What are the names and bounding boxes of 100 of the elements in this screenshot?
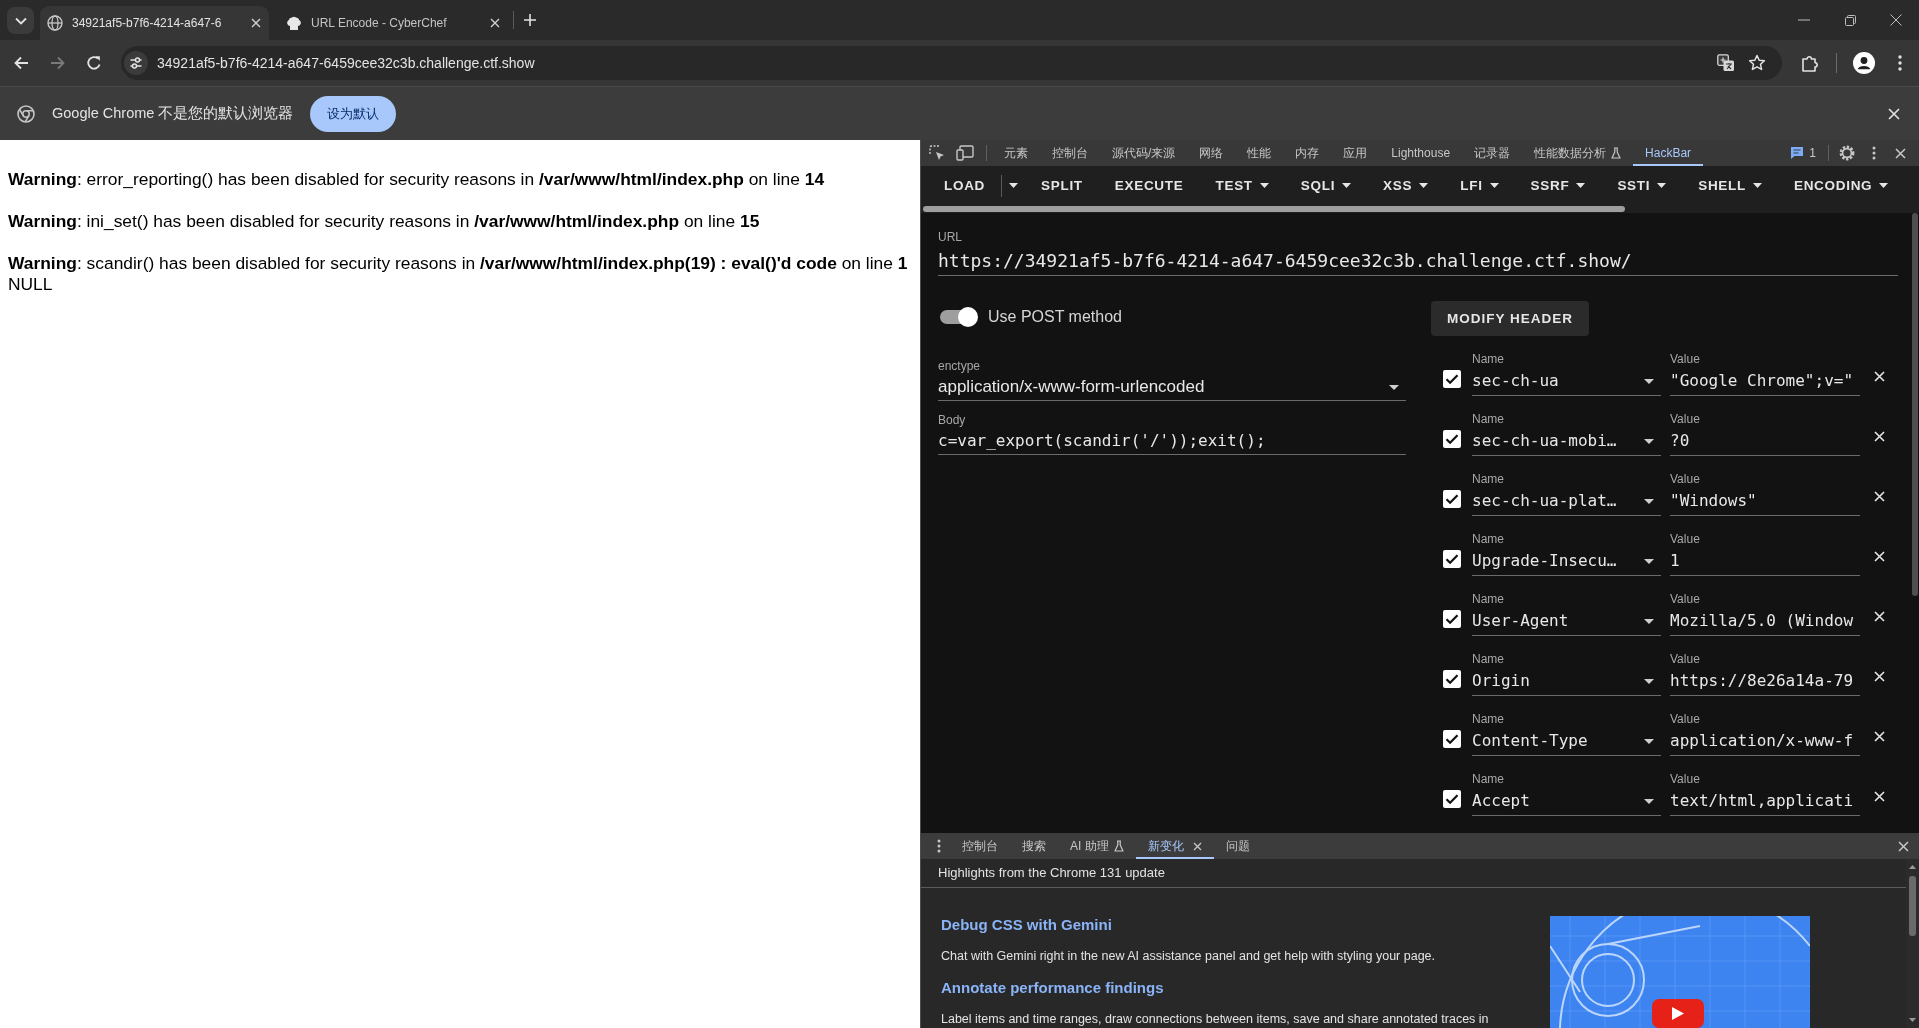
star-icon[interactable] (1748, 54, 1766, 72)
browser-tab[interactable]: 34921af5-b7f6-4214-a647-6 (40, 6, 269, 40)
back-arrow-icon[interactable] (13, 55, 29, 71)
field-label: Name (1472, 471, 1505, 487)
menu-button[interactable]: TEST (1199, 167, 1285, 204)
scroll-down-icon[interactable] (1909, 1018, 1916, 1022)
scroll-up-icon[interactable] (1909, 865, 1916, 869)
checkbox[interactable] (1443, 370, 1461, 388)
toolbar-button[interactable]: SPLIT (1025, 167, 1099, 204)
browser-tab[interactable]: URL Encode - CyberChef (279, 6, 508, 40)
set-default-button[interactable]: 设为默认 (310, 95, 397, 132)
caret-icon (1644, 738, 1654, 744)
devtools-tab[interactable]: 性能数据分析 (1522, 140, 1634, 166)
inspect-icon[interactable] (929, 145, 945, 161)
translate-icon[interactable] (1717, 54, 1735, 72)
sliders-icon[interactable] (124, 51, 148, 75)
video-thumbnail[interactable] (1550, 916, 1810, 1028)
reload-icon[interactable] (86, 55, 102, 71)
devtools-tab[interactable]: 记录器 (1462, 140, 1523, 166)
header-value-field[interactable]: ?0 (1670, 427, 1860, 456)
forward-arrow-icon[interactable] (50, 55, 66, 71)
close-icon[interactable] (490, 18, 500, 28)
close-icon[interactable] (1888, 107, 1900, 120)
header-value-field[interactable]: https://8e26a14a-79 (1670, 667, 1860, 696)
drawer-tab[interactable]: 新变化 (1135, 833, 1214, 859)
header-name-dropdown[interactable]: sec-ch-ua-mobi… (1472, 427, 1661, 456)
menu-button[interactable]: SSRF (1514, 167, 1602, 204)
checkbox[interactable] (1443, 610, 1461, 628)
toggle-switch[interactable] (940, 307, 978, 327)
caret-icon (1259, 183, 1269, 188)
scrollbar-thumb[interactable] (1909, 876, 1916, 936)
close-icon[interactable] (1898, 840, 1909, 852)
enctype-dropdown[interactable]: application/x-www-form-urlencoded (938, 374, 1406, 401)
header-value-field[interactable]: Mozilla/5.0 (Window (1670, 607, 1860, 636)
menu-button[interactable]: SSTI (1601, 167, 1683, 204)
scrollbar-thumb[interactable] (1912, 213, 1918, 596)
modify-header-button[interactable]: MODIFY HEADER (1431, 301, 1589, 336)
checkbox[interactable] (1443, 550, 1461, 568)
drawer-tab[interactable]: 控制台 (950, 833, 1010, 859)
menu-button[interactable]: ENCODING (1777, 167, 1905, 204)
drawer-tab[interactable]: 问题 (1213, 833, 1262, 859)
feature-title[interactable]: Annotate performance findings (941, 978, 1550, 998)
header-name-dropdown[interactable]: Upgrade-Insecu… (1472, 547, 1661, 576)
close-icon[interactable] (1192, 841, 1202, 851)
tab-search-button[interactable] (7, 7, 34, 34)
more-options-icon[interactable] (1872, 146, 1876, 160)
play-icon[interactable] (1652, 999, 1704, 1028)
url-field[interactable]: https://34921af5-b7f6-4214-a647-6459cee32c3b.challenge.ctf.show/ (938, 248, 1898, 276)
devtools-tab[interactable]: 控制台 (1040, 140, 1100, 166)
close-icon[interactable] (251, 18, 261, 28)
header-name-dropdown[interactable]: sec-ch-ua (1472, 367, 1661, 396)
more-options-icon[interactable] (937, 839, 941, 853)
menu-button[interactable]: LFI (1444, 167, 1515, 204)
address-bar[interactable]: 34921af5-b7f6-4214-a647-6459cee32c3b.challenge.ctf.show (121, 46, 1782, 80)
field-label: Name (1472, 771, 1505, 787)
header-name-dropdown[interactable]: sec-ch-ua-plat… (1472, 487, 1661, 516)
plus-icon[interactable] (524, 14, 536, 26)
header-value-field[interactable]: text/html,applicati (1670, 787, 1860, 816)
toolbar-button[interactable]: EXECUTE (1098, 167, 1200, 204)
header-name-dropdown[interactable]: Origin (1472, 667, 1661, 696)
drawer-tab[interactable]: 搜索 (1010, 833, 1058, 859)
issues-button[interactable]: 1 (1788, 143, 1818, 163)
puzzle-icon[interactable] (1801, 54, 1819, 72)
header-name-dropdown[interactable]: Content-Type (1472, 727, 1661, 756)
checkbox[interactable] (1443, 670, 1461, 688)
devtools-tab[interactable]: 源代码/来源 (1100, 140, 1188, 166)
menu-button[interactable]: SHELL (1682, 167, 1778, 204)
chevron-down-icon (14, 16, 27, 25)
devtools-tab[interactable]: 应用 (1331, 140, 1380, 166)
field-label: Value (1670, 771, 1701, 787)
avatar-icon[interactable] (1853, 52, 1875, 74)
checkbox[interactable] (1443, 430, 1461, 448)
checkbox[interactable] (1443, 790, 1461, 808)
header-value-field[interactable]: 1 (1670, 547, 1860, 576)
settings-icon[interactable] (1839, 145, 1855, 161)
devtools-tab[interactable]: 元素 (992, 140, 1040, 166)
devtools-tab[interactable]: 网络 (1187, 140, 1236, 166)
drawer-tab[interactable]: AI 助理 (1058, 833, 1136, 859)
chat-bubble-icon (1790, 146, 1805, 160)
scrollbar-thumb[interactable] (923, 206, 1625, 212)
header-name-dropdown[interactable]: Accept (1472, 787, 1661, 816)
feature-title[interactable]: Debug CSS with Gemini (941, 915, 1550, 935)
menu-button[interactable]: SQLI (1284, 167, 1368, 204)
checkbox[interactable] (1443, 490, 1461, 508)
devtools-tab[interactable]: Lighthouse (1379, 140, 1463, 166)
close-icon[interactable] (1890, 14, 1902, 26)
devtools-tab[interactable]: 性能 (1235, 140, 1284, 166)
body-field[interactable]: c=var_export(scandir('/'));exit(); (938, 428, 1406, 455)
restore-icon[interactable] (1844, 14, 1856, 26)
header-value-field[interactable]: "Google Chrome";v=" (1670, 367, 1860, 396)
close-icon[interactable] (1895, 147, 1906, 159)
checkbox[interactable] (1443, 730, 1461, 748)
device-icon[interactable] (956, 145, 974, 161)
menu-button[interactable]: XSS (1367, 167, 1445, 204)
header-value-field[interactable]: "Windows" (1670, 487, 1860, 516)
devtools-tab[interactable]: 内存 (1283, 140, 1332, 166)
toolbar-button[interactable]: LOAD (928, 167, 1002, 204)
more-options-icon[interactable] (1898, 55, 1902, 71)
header-value-field[interactable]: application/x-www-f (1670, 727, 1860, 756)
header-name-dropdown[interactable]: User-Agent (1472, 607, 1661, 636)
